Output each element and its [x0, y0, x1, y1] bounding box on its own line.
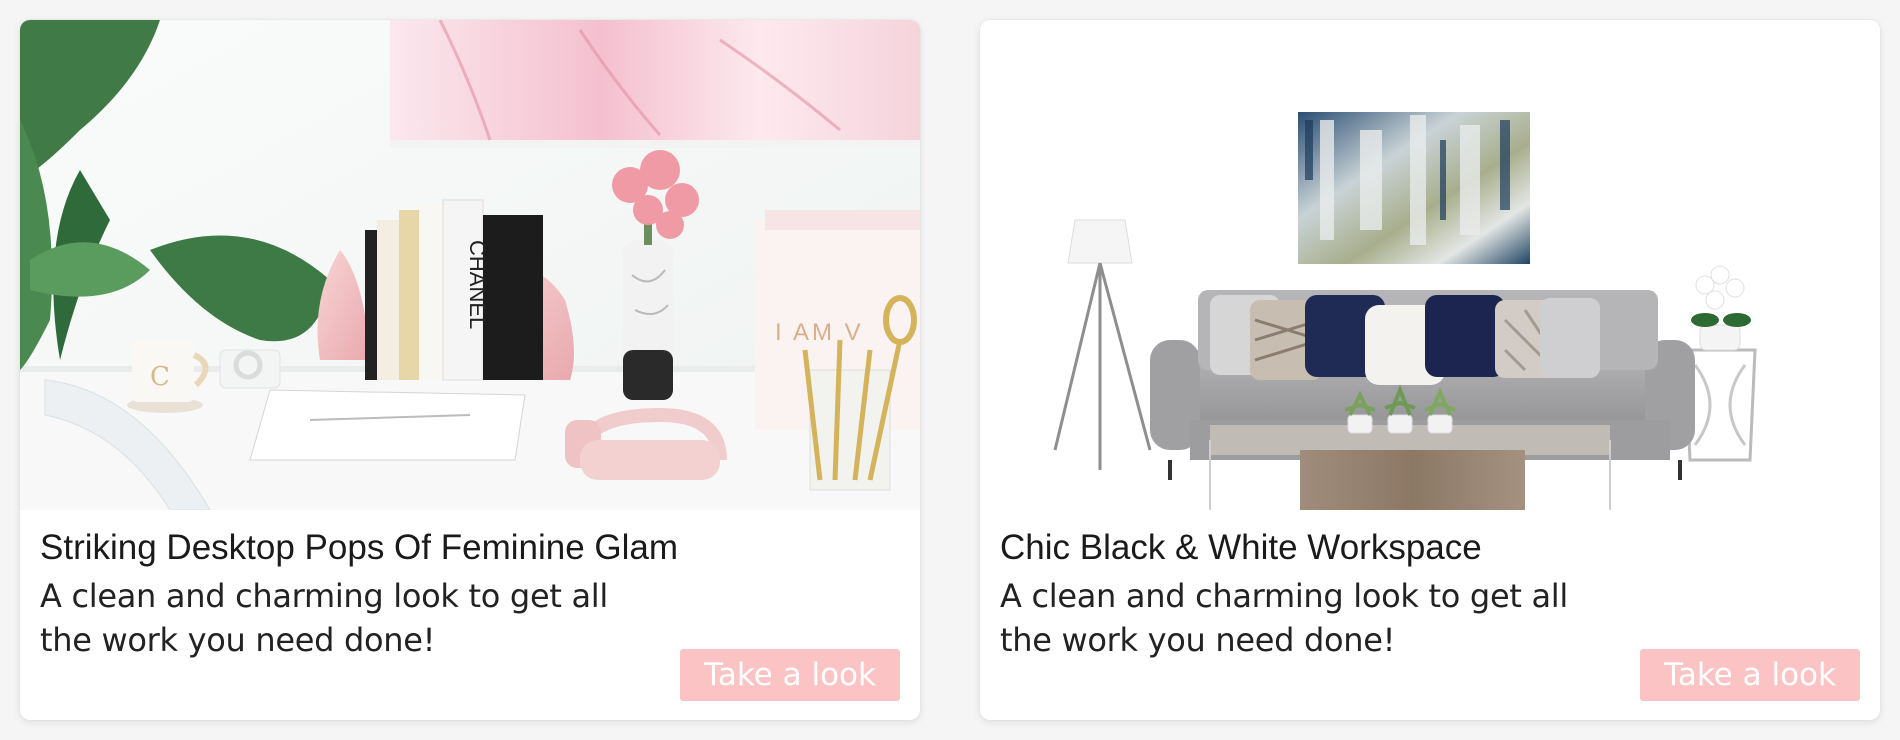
- card-description: A clean and charming look to get all the…: [40, 577, 608, 659]
- card-feminine-glam[interactable]: C CHANEL I AM V Striking Desktop Pops Of…: [20, 20, 920, 720]
- card-image-desk-photo[interactable]: C CHANEL I AM V: [20, 20, 920, 510]
- card-description: A clean and charming look to get all the…: [1000, 577, 1568, 659]
- card-black-white-workspace[interactable]: Chic Black & White Workspace A clean and…: [980, 20, 1880, 720]
- page: C CHANEL I AM V Striking Desktop Pops Of…: [0, 0, 1900, 740]
- take-a-look-button[interactable]: Take a look: [680, 649, 900, 701]
- desk-photo-illustration: C CHANEL I AM V: [20, 20, 920, 510]
- svg-text:I AM V: I AM V: [775, 319, 864, 346]
- card-image-moodboard[interactable]: [980, 20, 1880, 510]
- moodboard-illustration: [980, 20, 1880, 510]
- take-a-look-button[interactable]: Take a look: [1640, 649, 1860, 701]
- card-title: Striking Desktop Pops Of Feminine Glam: [40, 528, 679, 567]
- svg-text:CHANEL: CHANEL: [465, 240, 490, 329]
- svg-text:C: C: [150, 362, 170, 392]
- card-title: Chic Black & White Workspace: [1000, 528, 1482, 567]
